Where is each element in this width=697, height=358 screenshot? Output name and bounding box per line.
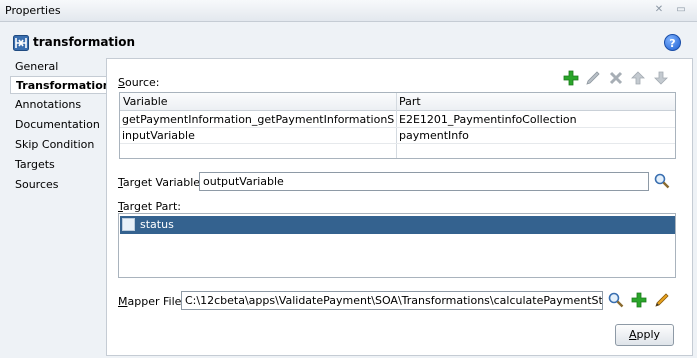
column-header-variable[interactable]: Variable [123,95,168,108]
object-title: transformation [33,35,136,49]
cell-variable: inputVariable [122,129,195,142]
title-bar: Properties ✕ ▭ [0,0,697,22]
target-variable-field[interactable]: outputVariable [199,172,649,191]
nav-item-documentation[interactable]: Documentation [15,116,100,134]
edit-icon[interactable] [654,292,670,308]
target-variable-label: Target Variable: [118,176,204,189]
table-row[interactable]: inputVariable paymentInfo [120,128,675,144]
add-icon[interactable] [631,292,647,308]
close-icon[interactable]: ✕ [652,3,666,17]
mapper-file-field[interactable]: C:\12cbeta\apps\ValidatePayment\SOA\Tran… [181,291,603,310]
source-label: Source: [118,76,160,89]
cell-part: paymentInfo [399,129,469,142]
cell-part: E2E1201_PaymentinfoCollection [399,113,577,126]
edit-icon[interactable] [585,70,601,86]
source-table: Variable Part getPaymentInformation_getP… [119,92,676,159]
search-icon[interactable] [608,292,624,308]
source-table-header: Variable Part [120,93,675,111]
nav-item-transformation[interactable]: Transformation [10,76,111,94]
mapper-file-label: Mapper File: [118,295,186,308]
properties-nav: General Transformation Annotations Docum… [0,58,111,358]
move-down-icon[interactable] [653,70,669,86]
apply-button[interactable]: Apply [615,324,674,346]
nav-item-sources[interactable]: Sources [15,176,59,194]
nav-item-targets[interactable]: Targets [15,156,55,174]
table-row[interactable]: getPaymentInformation_getPaymentInformat… [120,112,675,128]
move-up-icon[interactable] [630,70,646,86]
column-header-part[interactable]: Part [399,95,421,108]
target-part-label: Target Part: [118,200,181,213]
cell-variable: getPaymentInformation_getPaymentInformat… [122,113,394,126]
nav-item-general[interactable]: General [15,58,58,76]
nav-item-skip-condition[interactable]: Skip Condition [15,136,94,154]
nav-item-annotations[interactable]: Annotations [15,96,81,114]
delete-icon[interactable] [608,70,624,86]
element-icon [122,218,135,231]
add-icon[interactable] [563,70,579,86]
search-icon[interactable] [654,173,670,189]
properties-header: transformation ? [0,22,697,58]
target-part-list: status [118,213,676,278]
transformation-icon [13,35,29,51]
help-icon[interactable]: ? [664,34,681,51]
list-item[interactable]: status [120,216,675,234]
minimize-icon[interactable]: ▭ [674,3,688,17]
window-title: Properties [5,4,61,17]
